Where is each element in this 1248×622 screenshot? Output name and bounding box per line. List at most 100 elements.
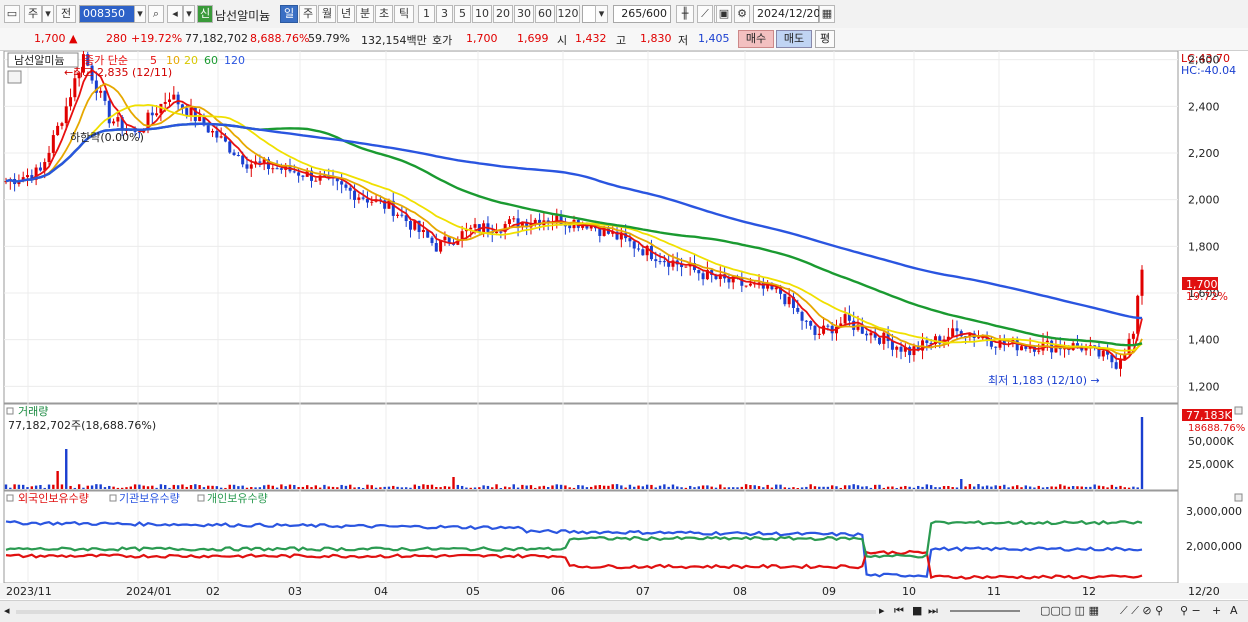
volume-bar xyxy=(491,487,494,489)
volume-bar xyxy=(168,487,171,489)
volume-bar xyxy=(925,484,929,489)
volume-bar xyxy=(848,485,851,489)
volume-bar xyxy=(503,486,507,489)
volume-bar xyxy=(374,487,378,489)
window-menu-icon[interactable]: ▭ xyxy=(4,5,20,23)
stop-icon[interactable]: ■ xyxy=(912,604,922,617)
grid-toggle-icon[interactable] xyxy=(7,70,22,84)
period-month[interactable]: 월 xyxy=(318,5,336,23)
period-tick[interactable]: 틱 xyxy=(394,5,414,23)
volume-bar xyxy=(189,485,193,489)
eval-button[interactable]: 평 xyxy=(815,30,835,48)
candle-body xyxy=(168,99,172,102)
volume-bar xyxy=(443,486,447,489)
scroll-left-icon[interactable]: ◂ xyxy=(4,604,10,617)
volume-bar xyxy=(633,486,636,489)
volume-bar xyxy=(869,487,873,489)
volume-bar xyxy=(1136,487,1139,489)
interval-60[interactable]: 60 xyxy=(535,5,555,23)
interval-30[interactable]: 30 xyxy=(514,5,534,23)
volume-bar xyxy=(69,485,72,489)
volume-bar xyxy=(805,486,808,489)
speaker-icon[interactable]: ◂ xyxy=(167,5,183,23)
speaker-dropdown-icon[interactable]: ▾ xyxy=(183,5,195,23)
volume-bar xyxy=(288,484,292,489)
volume-bar xyxy=(1127,487,1131,489)
quote-high: 1,830 xyxy=(640,32,672,45)
zoom-slider[interactable] xyxy=(950,610,1020,612)
save-icon[interactable]: ▣ xyxy=(716,5,732,23)
volume-bar xyxy=(818,486,821,489)
volume-bar xyxy=(336,487,339,489)
volume-bar xyxy=(964,486,967,489)
market-dropdown-icon[interactable]: ▾ xyxy=(42,5,54,23)
candle-body xyxy=(258,161,262,163)
volume-bar xyxy=(469,487,472,489)
volume-bar xyxy=(30,486,34,489)
zoom-in-icon[interactable]: + xyxy=(1212,604,1221,617)
gear-icon[interactable]: ⚙ xyxy=(734,5,750,23)
layout-icons[interactable]: ▢▢▢ ◫ ▦ xyxy=(1040,604,1099,617)
volume-bar xyxy=(1046,486,1049,489)
candle-body xyxy=(817,333,821,335)
holdings-panel-icon[interactable] xyxy=(6,494,14,502)
candle-body xyxy=(727,278,731,283)
volume-bar xyxy=(830,485,834,489)
volume-bar xyxy=(783,487,787,489)
volume-bar xyxy=(697,486,700,489)
volume-bar xyxy=(1140,417,1144,489)
volume-bar xyxy=(495,484,498,489)
chart-canvas[interactable]: 남선알미늄 종가 단순 5 10 20 60 120 ←최고 2,835 (12… xyxy=(0,51,1248,599)
date-input[interactable]: 2024/12/20 xyxy=(753,5,820,23)
volume-bar xyxy=(508,487,511,489)
interval-20[interactable]: 20 xyxy=(493,5,513,23)
last-icon[interactable]: ⏭ xyxy=(928,604,938,618)
market-select[interactable]: 주 xyxy=(24,5,42,23)
custom-interval-dropdown-icon[interactable]: ▾ xyxy=(595,5,608,23)
scroll-right-icon[interactable]: ▸ xyxy=(879,604,885,617)
buy-button[interactable]: 매수 xyxy=(738,30,774,48)
first-icon[interactable]: ⏮ xyxy=(894,604,904,618)
code-dropdown-icon[interactable]: ▾ xyxy=(134,5,146,23)
period-week[interactable]: 주 xyxy=(299,5,317,23)
candle-body xyxy=(568,225,572,229)
volume-bar xyxy=(108,485,111,489)
draw-line-icon[interactable]: ⟋ xyxy=(697,5,713,23)
interval-10[interactable]: 10 xyxy=(472,5,492,23)
interval-3[interactable]: 3 xyxy=(436,5,453,23)
tools-icons[interactable]: ⟋ ⟋ ⊘ ⚲ xyxy=(1120,604,1163,618)
holdings-panel-close-icon[interactable] xyxy=(1234,493,1243,502)
legend-foreign: 외국인보유수량 xyxy=(18,492,89,505)
horizontal-scrollbar[interactable] xyxy=(16,610,876,614)
volume-panel-close-icon[interactable] xyxy=(1234,406,1243,415)
volume-bar xyxy=(753,485,756,489)
volume-bar xyxy=(658,485,662,489)
search-icon[interactable]: ⌕ xyxy=(148,5,164,23)
volume-panel-icon[interactable] xyxy=(6,407,14,415)
volume-bar xyxy=(762,487,765,489)
sell-button[interactable]: 매도 xyxy=(776,30,812,48)
interval-1[interactable]: 1 xyxy=(418,5,435,23)
period-minute[interactable]: 분 xyxy=(356,5,374,23)
candle-body xyxy=(241,155,245,165)
volume-bar xyxy=(899,486,903,489)
period-second[interactable]: 초 xyxy=(375,5,393,23)
period-day[interactable]: 일 xyxy=(280,5,298,23)
interval-5[interactable]: 5 xyxy=(454,5,471,23)
calendar-icon[interactable]: ▦ xyxy=(819,5,835,23)
stock-code-input[interactable]: 008350 xyxy=(79,5,135,23)
candle-body xyxy=(189,107,193,116)
volume-bar xyxy=(202,487,206,489)
volume-bar xyxy=(546,487,550,489)
x-tick-label: 2023/11 xyxy=(6,585,52,598)
candle-icon[interactable]: ╫ xyxy=(676,5,694,23)
zoom-out-icon[interactable]: ⚲ − xyxy=(1180,604,1201,617)
period-year[interactable]: 년 xyxy=(337,5,355,23)
interval-120[interactable]: 120 xyxy=(556,5,580,23)
x-tick-label: 08 xyxy=(733,585,747,598)
prev-button[interactable]: 전 xyxy=(56,5,76,23)
x-tick-label: 03 xyxy=(288,585,302,598)
font-size-icon[interactable]: A xyxy=(1230,604,1238,617)
volume-bar xyxy=(744,484,748,489)
count-field[interactable]: 265/600 xyxy=(613,5,671,23)
